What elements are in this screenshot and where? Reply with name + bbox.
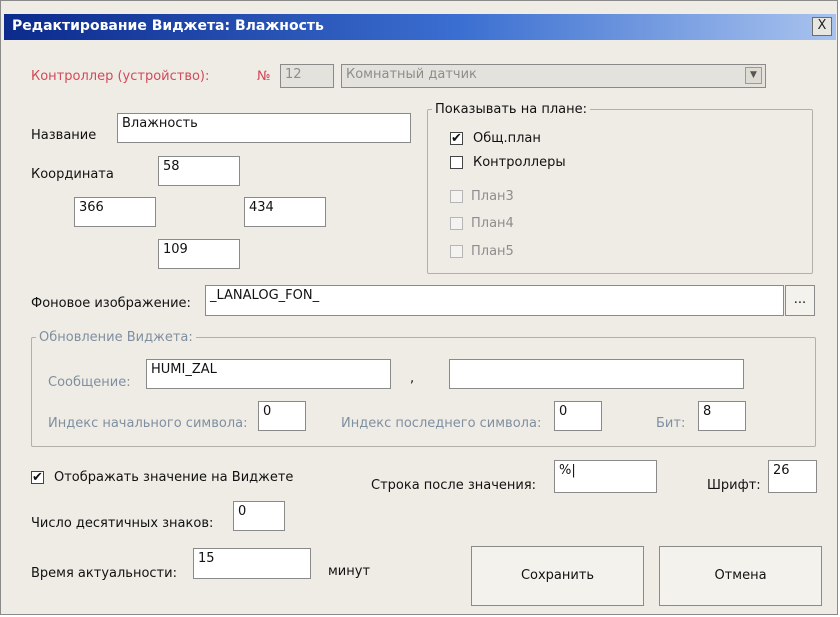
cancel-button[interactable]: Отмена (659, 546, 822, 606)
font-field[interactable]: 26 (768, 460, 817, 493)
background-label: Фоновое изображение: (31, 296, 191, 311)
end-index-label: Индекс последнего символа: (341, 416, 542, 431)
check-icon: ✔ (451, 131, 462, 146)
end-index-field[interactable]: 0 (554, 401, 602, 431)
close-button[interactable]: X (812, 17, 832, 36)
message-field[interactable]: HUMI_ZAL (146, 359, 391, 389)
browse-button[interactable]: ... (785, 285, 815, 316)
bit-label: Бит: (656, 416, 686, 431)
checkbox-plan5[interactable] (450, 245, 463, 258)
chevron-down-icon[interactable]: ▼ (745, 67, 762, 84)
save-button[interactable]: Сохранить (471, 546, 644, 606)
controller-label: Контроллер (устройство): (31, 69, 210, 84)
name-field[interactable]: Влажность (117, 113, 411, 143)
device-select[interactable]: Комнатный датчик ▼ (341, 64, 766, 88)
device-select-value: Комнатный датчик (346, 67, 477, 82)
name-label: Название (31, 128, 97, 143)
controller-number-field[interactable]: 12 (280, 64, 334, 88)
actual-time-unit: минут (328, 564, 371, 579)
decimals-field[interactable]: 0 (233, 501, 285, 531)
checkbox-label-controllers: Контроллеры (473, 155, 566, 170)
checkbox-plan4[interactable] (450, 217, 463, 230)
title-bar: Редактирование Виджета: Влажность X (4, 14, 836, 40)
checkbox-plan3[interactable] (450, 190, 463, 203)
checkbox-label-plan4: План4 (471, 216, 514, 231)
edit-widget-dialog: Редактирование Виджета: Влажность X Конт… (0, 0, 838, 615)
start-index-field[interactable]: 0 (258, 401, 306, 431)
message2-field[interactable] (449, 359, 744, 389)
background-field[interactable]: _LANALOG_FON_ (205, 285, 784, 316)
suffix-field[interactable]: %| (554, 460, 657, 493)
show-value-label: Отображать значение на Виджете (54, 470, 294, 485)
show-on-plan-legend: Показывать на плане: (432, 102, 590, 117)
checkbox-label-obshch-plan: Общ.план (473, 131, 541, 146)
suffix-label: Строка после значения: (371, 478, 537, 493)
checkbox-show-value[interactable]: ✔ (31, 471, 44, 484)
decimals-label: Число десятичных знаков: (31, 516, 214, 531)
checkbox-label-plan3: План3 (471, 189, 514, 204)
coord-left-field[interactable]: 366 (74, 197, 156, 227)
check-icon: ✔ (32, 470, 43, 485)
coord-top-field[interactable]: 58 (158, 156, 240, 186)
checkbox-controllers[interactable] (450, 156, 463, 169)
coord-right-field[interactable]: 434 (244, 197, 326, 227)
font-label: Шрифт: (707, 478, 761, 493)
controller-number-label: № (257, 69, 271, 84)
message-separator: , (410, 371, 415, 386)
window-title: Редактирование Виджета: Влажность (12, 18, 324, 34)
bit-field[interactable]: 8 (698, 401, 746, 431)
coordinates-label: Координата (31, 167, 114, 182)
update-widget-legend: Обновление Виджета: (36, 330, 196, 345)
checkbox-obshch-plan[interactable]: ✔ (450, 132, 463, 145)
actual-time-field[interactable]: 15 (193, 548, 311, 579)
checkbox-label-plan5: План5 (471, 244, 514, 259)
actual-time-label: Время актуальности: (31, 566, 177, 581)
message-label: Сообщение: (48, 375, 131, 390)
coord-bottom-field[interactable]: 109 (158, 239, 240, 269)
start-index-label: Индекс начального символа: (48, 416, 248, 431)
